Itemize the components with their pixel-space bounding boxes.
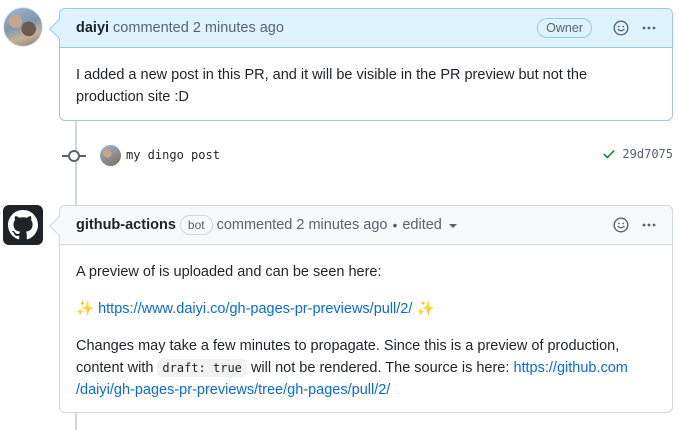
- more-options-button[interactable]: [638, 214, 660, 236]
- comment-owner: daiyi commented 2 minutes ago Owner I ad…: [49, 8, 673, 121]
- sparkles-icon: ✨: [416, 301, 435, 317]
- owner-badge: Owner: [537, 18, 592, 38]
- inline-code: draft: true: [157, 359, 247, 377]
- paragraph-text: will not be rendered. The source is here…: [250, 360, 510, 376]
- edited-dropdown[interactable]: edited: [402, 217, 457, 233]
- comment-paragraph: Changes may take a few minutes to propag…: [76, 335, 656, 401]
- comment-author[interactable]: github-actions: [76, 217, 176, 233]
- comment-author[interactable]: daiyi: [76, 20, 109, 36]
- comment-timestamp[interactable]: commented 2 minutes ago: [113, 20, 284, 36]
- github-logo-icon: [8, 210, 38, 240]
- comment-timestamp[interactable]: commented 2 minutes ago: [217, 217, 388, 233]
- timeline-line: [75, 413, 77, 430]
- commit-author-avatar[interactable]: [100, 145, 121, 166]
- comment-body: I added a new post in this PR, and it wi…: [60, 48, 672, 108]
- commit-sha[interactable]: 29d7075: [622, 147, 673, 161]
- bot-badge: bot: [179, 215, 213, 235]
- separator: •: [392, 217, 398, 233]
- author-avatar[interactable]: [3, 7, 43, 47]
- kebab-horizontal-icon: [642, 223, 656, 227]
- sparkles-icon: ✨: [76, 301, 95, 317]
- add-reaction-button[interactable]: [610, 17, 632, 39]
- comment-paragraph: A preview of is uploaded and can be seen…: [76, 264, 382, 280]
- smiley-icon: [613, 217, 629, 233]
- preview-link[interactable]: https://www.daiyi.co/gh-pages-pr-preview…: [98, 301, 412, 317]
- caret-down-icon: [448, 224, 457, 228]
- edited-label: edited: [402, 217, 442, 233]
- source-link[interactable]: https://github.com: [513, 360, 627, 376]
- comment-body: A preview of is uploaded and can be seen…: [60, 245, 672, 401]
- commit-message[interactable]: my dingo post: [126, 148, 220, 162]
- source-link[interactable]: /daiyi/gh-pages-pr-previews/tree/gh-page…: [76, 382, 390, 398]
- git-commit-icon: [68, 150, 80, 162]
- comment-text: I added a new post in this PR, and it wi…: [76, 67, 588, 105]
- comment-paragraph: ✨ https://www.daiyi.co/gh-pages-pr-previ…: [76, 298, 656, 320]
- kebab-horizontal-icon: [642, 26, 656, 30]
- comment-header: daiyi commented 2 minutes ago Owner: [60, 9, 672, 48]
- add-reaction-button[interactable]: [610, 214, 632, 236]
- comment-header: github-actions bot commented 2 minutes a…: [60, 206, 672, 245]
- smiley-icon: [613, 20, 629, 36]
- bot-avatar[interactable]: [3, 205, 43, 245]
- comment-bot: github-actions bot commented 2 minutes a…: [49, 205, 673, 413]
- check-icon[interactable]: [602, 147, 616, 161]
- commit-status: 29d7075: [602, 147, 673, 161]
- commit-row: my dingo post 29d7075: [62, 144, 673, 168]
- more-options-button[interactable]: [638, 17, 660, 39]
